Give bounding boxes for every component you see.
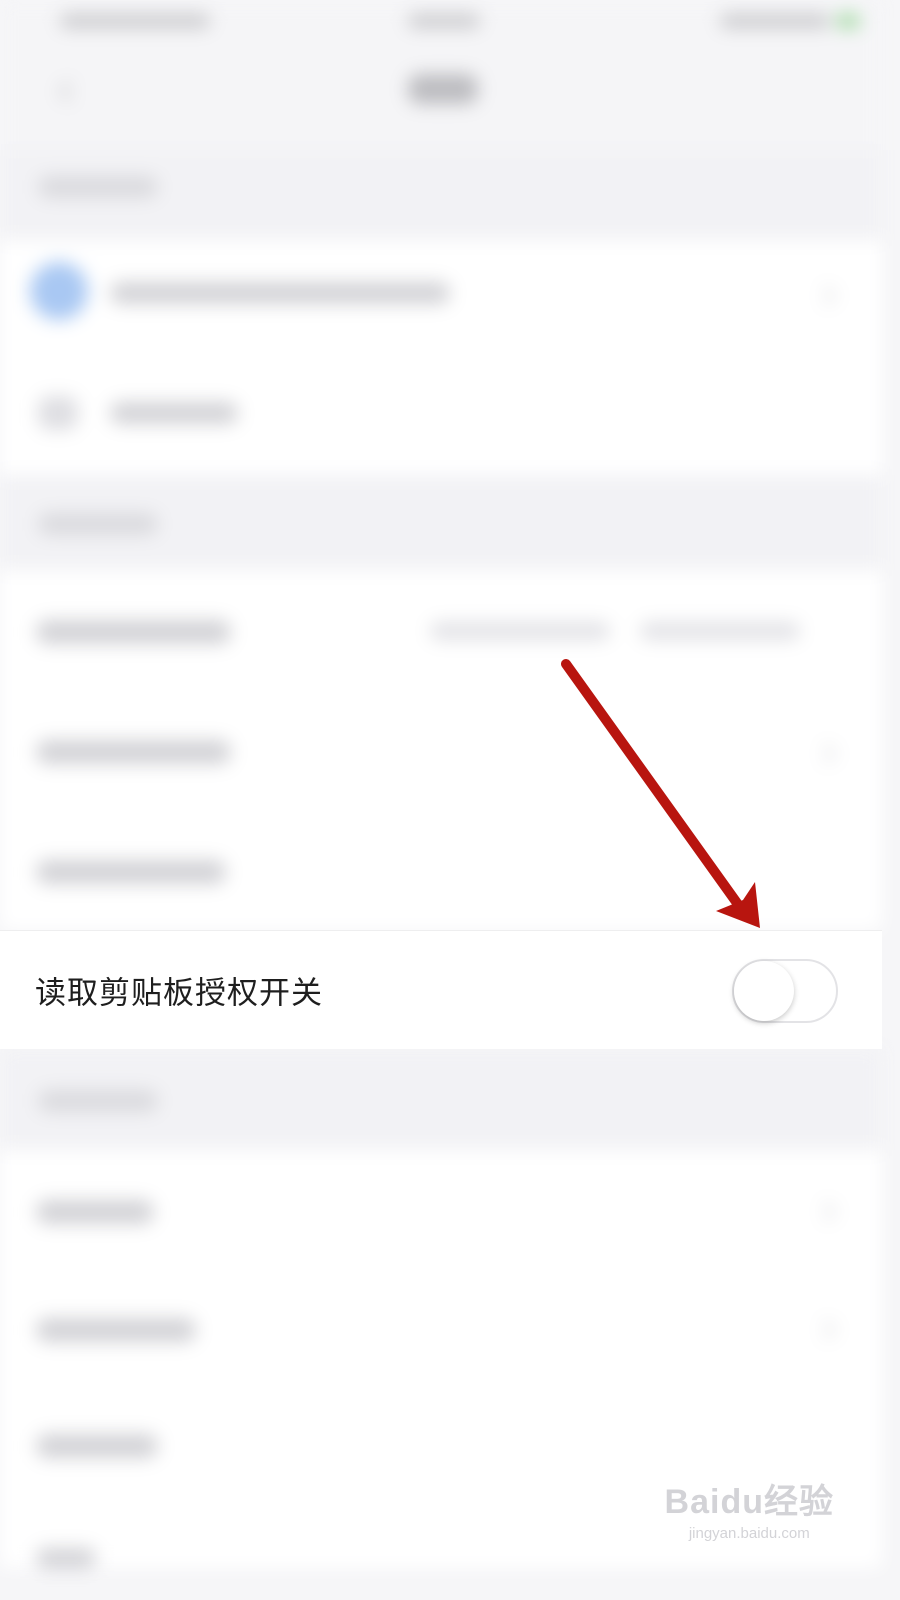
- blurred-background: [0, 0, 882, 1568]
- toggle-knob: [734, 961, 794, 1021]
- chevron-right-icon: [814, 742, 837, 765]
- settings-card: [0, 570, 882, 930]
- status-bar: [0, 0, 882, 44]
- chevron-right-icon: [814, 284, 837, 307]
- avatar: [30, 262, 88, 320]
- clipboard-permission-row: 读取剪贴板授权开关: [0, 930, 882, 1049]
- section-header: [0, 1048, 882, 1150]
- chevron-right-icon: [814, 1318, 837, 1341]
- back-icon[interactable]: [58, 80, 81, 103]
- watermark-logo: Baidu经验: [664, 1483, 834, 1521]
- account-card: [0, 240, 882, 475]
- section-header: [0, 150, 882, 240]
- section-header: [0, 475, 882, 570]
- chevron-right-icon: [814, 1200, 837, 1223]
- clipboard-permission-label: 读取剪贴板授权开关: [35, 975, 323, 1012]
- clipboard-permission-toggle[interactable]: [732, 959, 838, 1023]
- baidu-watermark: Baidu经验 jingyan.baidu.com: [665, 1474, 834, 1542]
- nav-bar: [0, 44, 882, 150]
- watermark-url: jingyan.baidu.com: [688, 1525, 810, 1542]
